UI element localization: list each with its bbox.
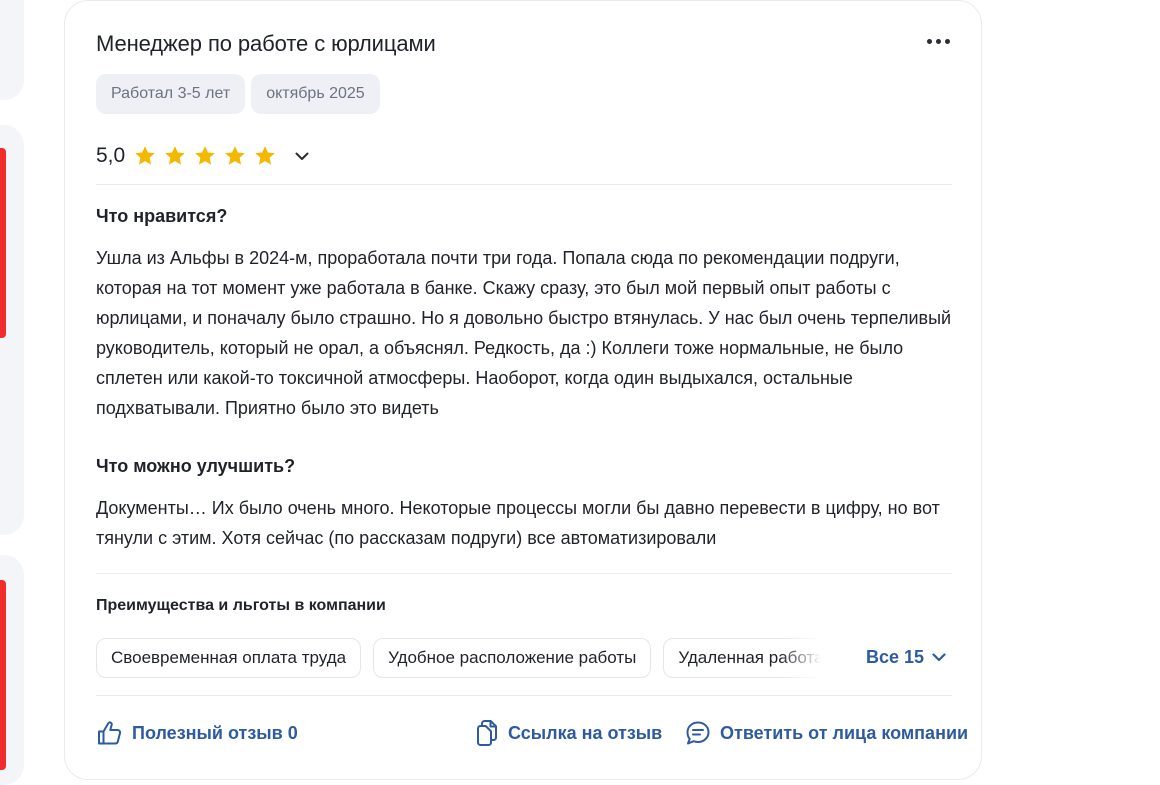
star-icon: [165, 146, 186, 165]
divider: [96, 573, 952, 574]
reply-as-company-label: Ответить от лица компании: [720, 722, 969, 743]
benefits-list: Своевременная оплата труда Удобное распо…: [96, 638, 821, 678]
review-tags: Работал 3-5 лет октябрь 2025: [96, 74, 380, 114]
benefit-chip[interactable]: Удаленная работа: [663, 638, 821, 678]
star-icon: [195, 146, 216, 165]
tag-date: октябрь 2025: [251, 74, 380, 114]
chevron-down-icon: [295, 152, 309, 160]
thumbs-up-icon: [98, 721, 122, 745]
background-card-accent: [0, 580, 6, 770]
review-card: Менеджер по работе с юрлицами Работал 3-…: [64, 0, 982, 780]
more-dot-icon: [935, 38, 941, 44]
star-icon: [225, 146, 246, 165]
divider: [96, 695, 952, 696]
review-title: Менеджер по работе с юрлицами: [96, 31, 436, 56]
review-link-label: Ссылка на отзыв: [508, 722, 663, 743]
more-dot-icon: [926, 38, 932, 44]
likes-text: Ушла из Альфы в 2024-м, проработала почт…: [96, 248, 952, 418]
star-icon: [135, 146, 156, 165]
helpful-review-label: Полезный отзыв 0: [132, 722, 298, 743]
benefit-chip[interactable]: Своевременная оплата труда: [96, 638, 362, 678]
background-card-accent: [0, 148, 6, 338]
copy-link-icon: [477, 720, 497, 746]
benefits-heading: Преимущества и льготы в компании: [96, 597, 386, 614]
rating-expand-button[interactable]: [291, 145, 313, 167]
all-benefits-label: Все 15: [866, 647, 925, 667]
star-icon: [255, 146, 276, 165]
helpful-review-button[interactable]: Полезный отзыв 0: [96, 719, 298, 747]
rating-value: 5,0: [96, 144, 126, 167]
improve-text: Документы… Их было очень много. Некоторы…: [96, 498, 940, 548]
more-dot-icon: [944, 38, 950, 44]
rating-row: 5,0: [96, 141, 313, 171]
all-benefits-button[interactable]: Все 15: [866, 647, 946, 668]
improve-heading: Что можно улучшить?: [96, 456, 296, 476]
divider: [96, 184, 952, 185]
left-background-cards: [0, 0, 30, 785]
background-card: [0, 0, 24, 100]
tag-experience: Работал 3-5 лет: [96, 74, 246, 114]
review-link-button[interactable]: Ссылка на отзыв: [474, 719, 662, 747]
likes-heading: Что нравится?: [96, 206, 228, 226]
more-options-button[interactable]: [923, 31, 953, 51]
chevron-down-icon: [932, 653, 946, 662]
comment-icon: [686, 721, 710, 745]
benefit-chip[interactable]: Удобное расположение работы: [373, 638, 652, 678]
reply-as-company-button[interactable]: Ответить от лица компании: [684, 719, 968, 747]
